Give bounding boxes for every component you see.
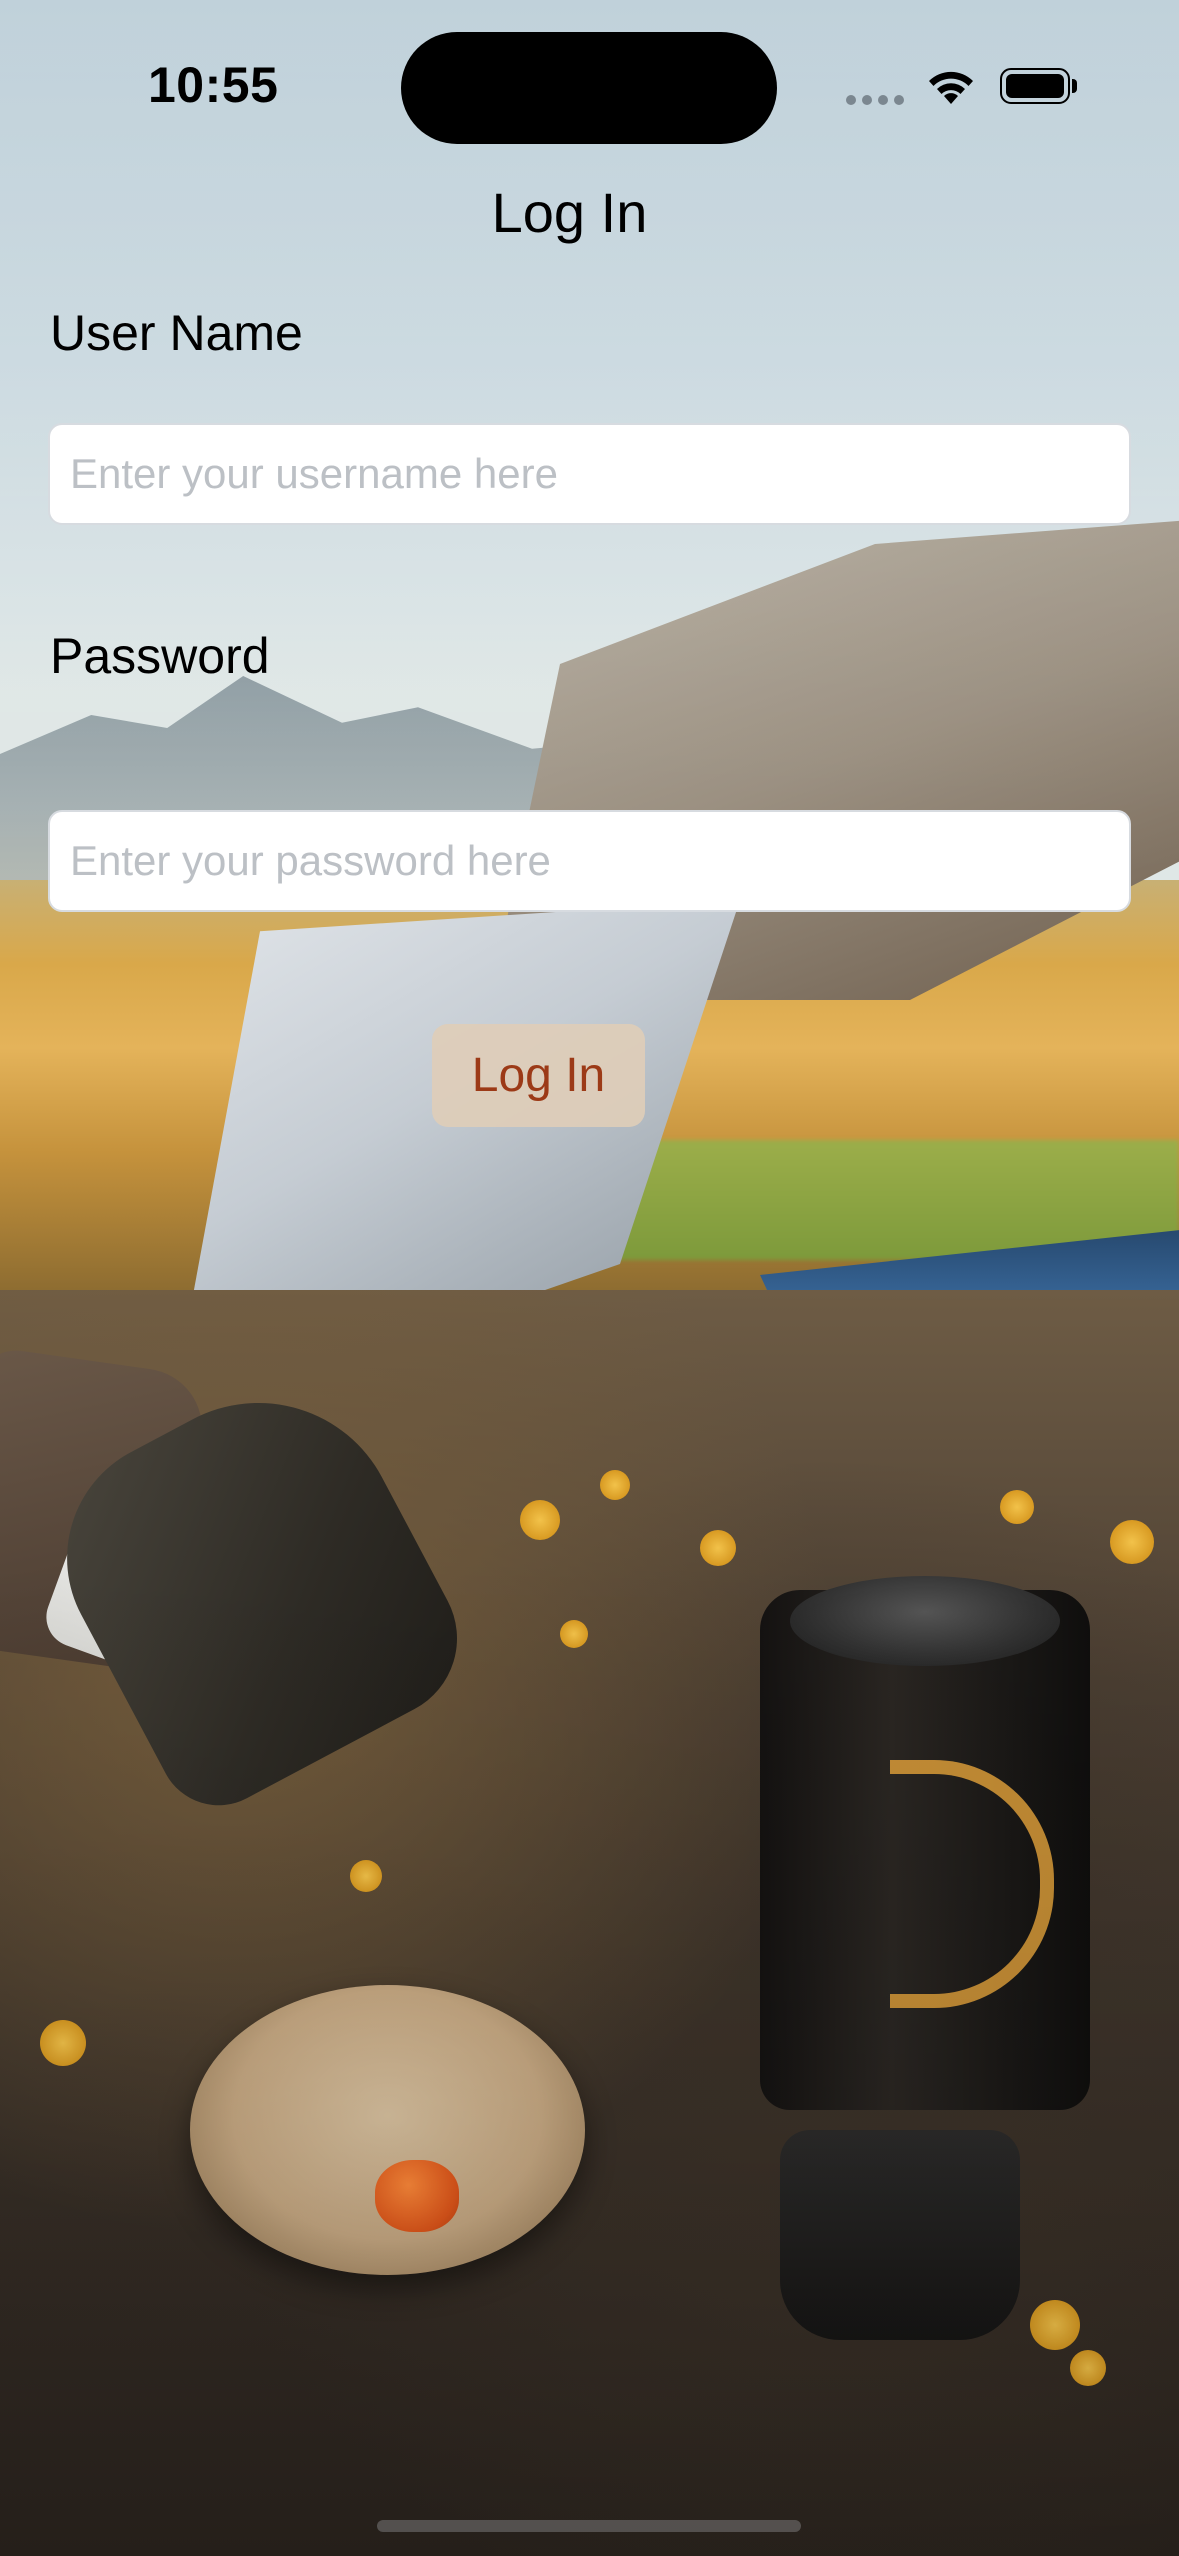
page-title: Log In [491,181,648,244]
background-photo [0,0,1179,2556]
home-indicator[interactable] [377,2520,801,2532]
username-label: User Name [50,305,303,361]
username-input[interactable] [48,423,1131,525]
wifi-icon [929,71,973,104]
signal-dots-icon [846,95,904,105]
battery-icon [1000,68,1080,106]
password-label: Password [50,628,270,684]
status-time: 10:55 [148,57,279,113]
dynamic-island [401,32,777,144]
status-bar: 10:55 [0,0,1179,160]
login-button[interactable]: Log In [432,1024,645,1127]
password-input[interactable] [48,810,1131,912]
